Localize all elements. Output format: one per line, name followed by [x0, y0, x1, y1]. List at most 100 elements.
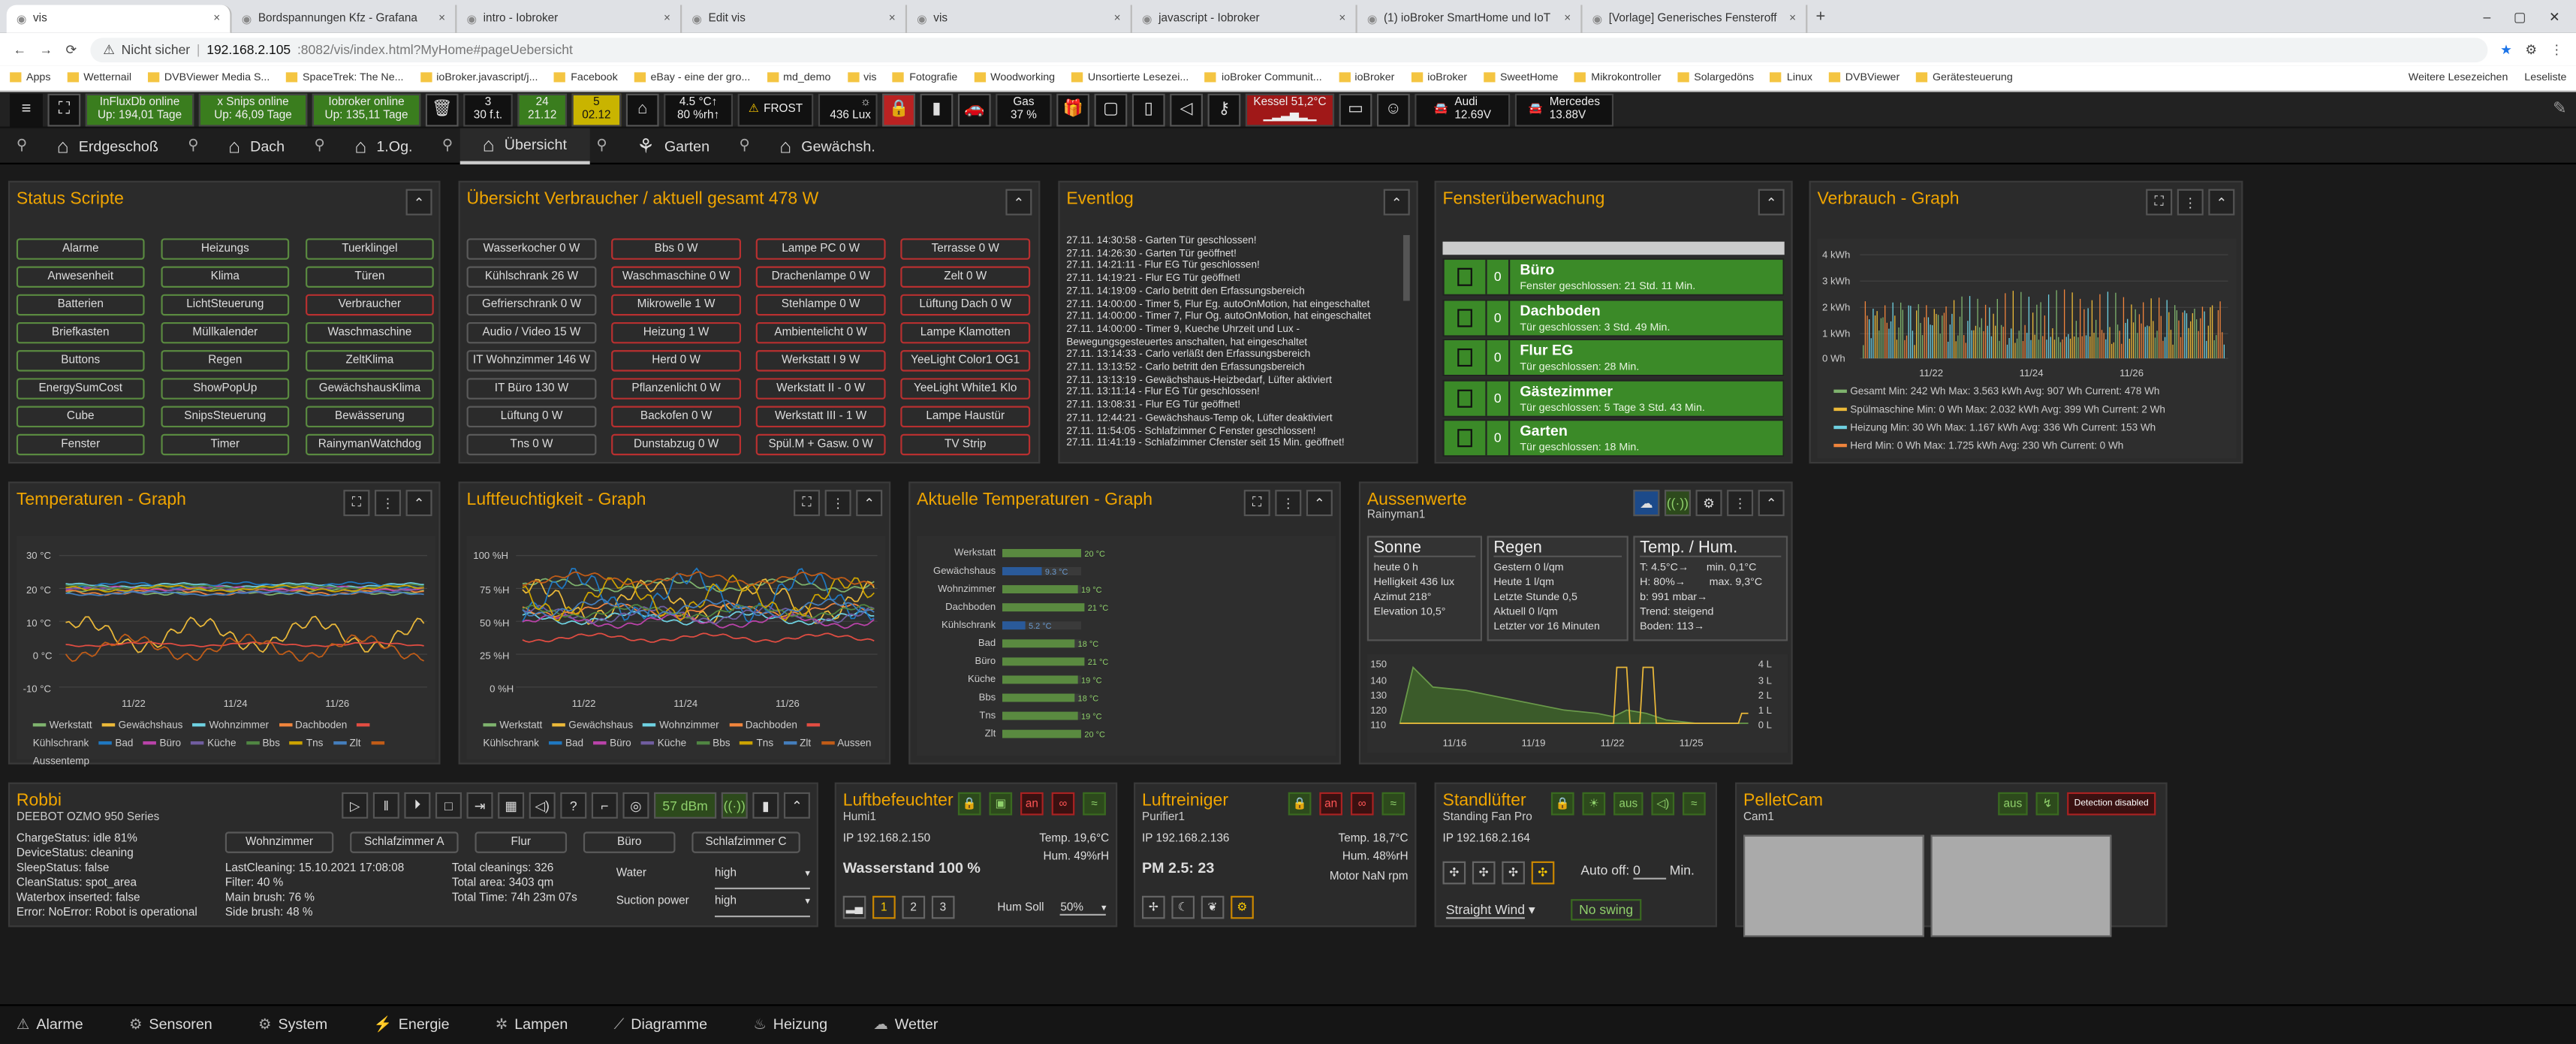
window-row[interactable]: 0 Garten Tür geschlossen: 18 Min. [1442, 419, 1785, 457]
bookmark-item[interactable]: Gerätesteuerung [1916, 72, 2013, 84]
map-icon[interactable]: ▦ [498, 792, 525, 819]
browser-tab[interactable]: ◉ [Vorlage] Generisches Fensteroff × [1583, 5, 1808, 33]
reading-list[interactable]: Leseliste [2524, 72, 2566, 83]
script-button[interactable]: ZeltKlima [306, 350, 434, 372]
script-button[interactable]: GewächshausKlima [306, 378, 434, 400]
spiral-icon[interactable]: ◎ [622, 792, 649, 819]
browser-tab[interactable]: ◉ (1) ioBroker SmartHome und IoT × [1357, 5, 1583, 33]
edit-icon[interactable]: ✎ [2553, 100, 2566, 118]
script-button[interactable]: Verbraucher [306, 294, 434, 316]
mode-1-button[interactable]: 1 [872, 895, 896, 919]
consumer-button[interactable]: IT Büro 130 W [466, 378, 597, 400]
lock-icon[interactable]: 🔒 [957, 792, 981, 816]
collapse-icon[interactable]: ⌃ [2208, 189, 2235, 216]
bookmark-item[interactable]: Unsortierte Lesezei... [1071, 72, 1189, 84]
script-button[interactable]: Regen [161, 350, 290, 372]
menu-dots-icon[interactable]: ⋮ [2550, 42, 2564, 57]
footer-tab-8[interactable]: ☁ Wetter [873, 1015, 938, 1033]
bookmark-item[interactable]: Solargedöns [1677, 72, 1754, 84]
script-button[interactable]: Batterien [16, 294, 145, 316]
window-row[interactable]: 0 Büro Fenster geschlossen: 21 Std. 11 Min… [1442, 258, 1785, 296]
close-icon[interactable]: × [438, 14, 445, 25]
close-icon[interactable]: × [213, 14, 220, 25]
consumer-button[interactable]: YeeLight White1 Klo [900, 378, 1031, 400]
fan-speed-4-icon[interactable]: ✣ [1531, 861, 1555, 885]
bookmark-item[interactable]: SweetHome [1484, 72, 1558, 84]
swing-button[interactable]: No swing [1571, 899, 1642, 921]
nav-tab-5[interactable]: ⚘ Garten [614, 128, 733, 164]
consumer-button[interactable]: Wasserkocher 0 W [466, 238, 597, 260]
browser-tab[interactable]: ◉ Edit vis × [682, 5, 908, 33]
star-icon[interactable]: ★ [2500, 42, 2512, 57]
bookmark-item[interactable]: Wetternail [67, 72, 131, 84]
power-on-button[interactable]: an [1020, 792, 1044, 816]
pin-icon[interactable]: ⚲ [182, 137, 206, 155]
script-button[interactable]: Heizungs [161, 238, 290, 260]
sound-icon[interactable]: ◁) [1651, 792, 1675, 816]
link-icon[interactable]: ∞ [1051, 792, 1075, 816]
more-icon[interactable]: ⋮ [1727, 490, 1754, 517]
fan-icon[interactable]: ✢ [1142, 895, 1165, 919]
screen-icon[interactable]: ▭ [1339, 92, 1372, 126]
bookmark-item[interactable]: ioBroker [1338, 72, 1394, 84]
close-icon[interactable]: × [889, 14, 896, 25]
edge-icon[interactable]: ⌐ [591, 792, 618, 819]
bookmark-item[interactable]: ioBroker.javascript/j... [420, 72, 538, 84]
bars-icon[interactable]: ▂▄ [842, 895, 866, 919]
nav-tab-2[interactable]: ⌂ Dach [205, 128, 307, 164]
consumer-button[interactable]: Werkstatt I 9 W [755, 350, 886, 372]
forward-icon[interactable]: → [40, 42, 53, 57]
house-icon[interactable]: ⌂ [625, 92, 659, 126]
script-button[interactable]: Türen [306, 266, 434, 288]
sound-icon[interactable]: ◁) [529, 792, 556, 819]
browser-tab[interactable]: ◉ vis × [6, 5, 232, 33]
bookmark-item[interactable]: Mikrokontroller [1574, 72, 1662, 84]
fullscreen-icon[interactable]: ⛶ [2146, 189, 2173, 216]
leaf-icon[interactable]: ❦ [1201, 895, 1225, 919]
water-select[interactable]: high [714, 861, 810, 889]
suction-select[interactable]: high [714, 889, 810, 918]
person-icon[interactable]: ☺ [1376, 92, 1410, 126]
consumer-button[interactable]: Werkstatt II - 0 W [755, 378, 886, 400]
window-row[interactable]: 0 Dachboden Tür geschlossen: 3 Std. 49 Min… [1442, 298, 1785, 336]
bookmark-item[interactable]: DVBViewer Media S... [147, 72, 270, 84]
new-tab-icon[interactable]: + [1807, 8, 1833, 26]
spot-icon[interactable]: ⇥ [466, 792, 493, 819]
consumer-button[interactable]: Waschmaschine 0 W [611, 266, 742, 288]
collapse-icon[interactable]: ⌃ [783, 792, 810, 819]
collapse-icon[interactable]: ⌃ [1383, 189, 1410, 216]
consumer-button[interactable]: Kühlschrank 26 W [466, 266, 597, 288]
script-button[interactable]: Timer [161, 433, 290, 456]
mode-3-button[interactable]: 3 [931, 895, 955, 919]
consumer-button[interactable]: Herd 0 W [611, 350, 742, 372]
browser-tab[interactable]: ◉ vis × [907, 5, 1132, 33]
script-button[interactable]: Buttons [16, 350, 145, 372]
room-button[interactable]: Flur [475, 831, 568, 853]
consumer-button[interactable]: TV Strip [900, 433, 1031, 456]
bookmark-item[interactable]: Apps [10, 72, 50, 84]
bookmark-item[interactable]: Fotografie [893, 72, 957, 84]
bookmark-item[interactable]: SpaceTrek: The Ne... [286, 72, 403, 84]
room-button[interactable]: Wohnzimmer [224, 831, 334, 853]
reload-icon[interactable]: ⟳ [66, 42, 77, 57]
consumer-button[interactable]: Zelt 0 W [900, 266, 1031, 288]
footer-tab-6[interactable]: ⟋ Diagramme [614, 1015, 707, 1033]
resume-icon[interactable]: ⏵ [404, 792, 431, 819]
collapse-icon[interactable]: ⌃ [1306, 490, 1333, 517]
footer-tab-3[interactable]: ⚙ System [258, 1015, 327, 1033]
nav-tab-3[interactable]: ⌂ 1.Og. [332, 128, 435, 164]
scrollbar[interactable] [1402, 234, 1410, 301]
browser-tab[interactable]: ◉ javascript - Iobroker × [1132, 5, 1357, 33]
browser-tab[interactable]: ◉ intro - Iobroker × [456, 5, 682, 33]
settings-icon[interactable]: ⚙ [1695, 490, 1722, 517]
bulb-icon[interactable]: ☀ [1582, 792, 1606, 816]
consumer-button[interactable]: Lüftung Dach 0 W [900, 294, 1031, 316]
phone-icon[interactable]: ▯ [1131, 92, 1165, 126]
collapse-icon[interactable]: ⌃ [856, 490, 883, 517]
power-off-button[interactable]: aus [1613, 792, 1644, 816]
power-on-button[interactable]: an [1319, 792, 1343, 816]
trash-icon[interactable]: 🗑 [425, 92, 459, 126]
collapse-icon[interactable]: ⌃ [1758, 490, 1785, 517]
close-icon[interactable]: × [1564, 14, 1571, 25]
script-button[interactable]: Anwesenheit [16, 266, 145, 288]
